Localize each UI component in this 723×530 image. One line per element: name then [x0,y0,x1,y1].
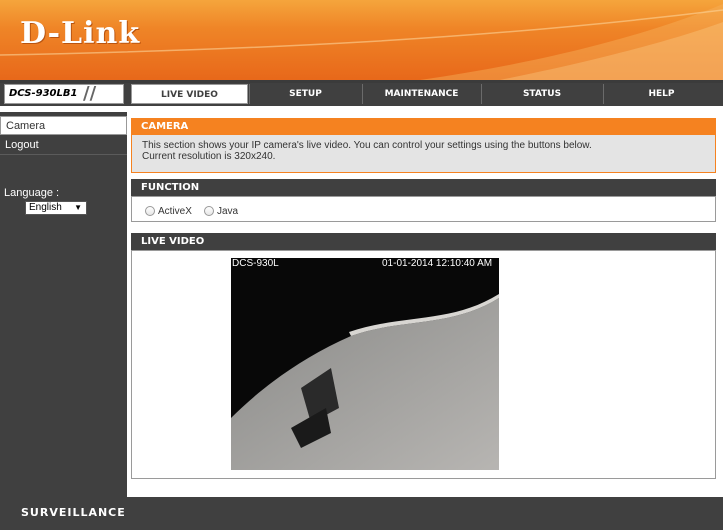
tab-help[interactable]: HELP [603,84,719,104]
live-video-panel-title: LIVE VIDEO [131,233,716,250]
model-badge: DCS-930LB1 // [4,83,124,104]
surveillance-label: SURVEILLANCE [21,506,126,519]
camera-panel-body: This section shows your IP camera's live… [131,135,716,173]
tab-live-video[interactable]: LIVE VIDEO [131,84,248,104]
dlink-logo: D-Link [20,16,141,51]
java-radio[interactable] [204,206,214,216]
activex-radio[interactable] [145,206,155,216]
camera-panel-title: CAMERA [131,118,716,135]
video-timestamp: 01-01-2014 12:10:40 AM [382,258,493,269]
live-video-feed[interactable]: DCS-930L 01-01-2014 12:10:40 AM [231,258,499,470]
sidebar-item-logout[interactable]: Logout [0,136,127,155]
function-panel-title: FUNCTION [131,179,716,196]
language-selected-value: English [29,202,62,213]
current-resolution: Current resolution is 320x240. [142,151,276,162]
dropdown-arrow-icon: ▼ [74,203,82,212]
model-label: DCS-930LB1 [9,88,78,99]
model-slashes-decoration: // [83,83,97,104]
java-label: Java [217,206,239,217]
language-label: Language : [4,187,60,199]
video-frame-image [231,258,499,470]
header-banner: D-Link [0,0,723,80]
activex-label: ActiveX [158,206,192,217]
tab-maintenance[interactable]: MAINTENANCE [362,84,480,104]
camera-description: This section shows your IP camera's live… [142,140,592,151]
sidebar [0,112,127,497]
tab-setup[interactable]: SETUP [249,84,361,104]
sidebar-item-camera[interactable]: Camera [0,116,127,135]
language-select[interactable]: English ▼ [25,201,87,215]
footer: SURVEILLANCE [0,497,723,530]
tab-status[interactable]: STATUS [481,84,602,104]
video-camera-name: DCS-930L [232,258,279,269]
